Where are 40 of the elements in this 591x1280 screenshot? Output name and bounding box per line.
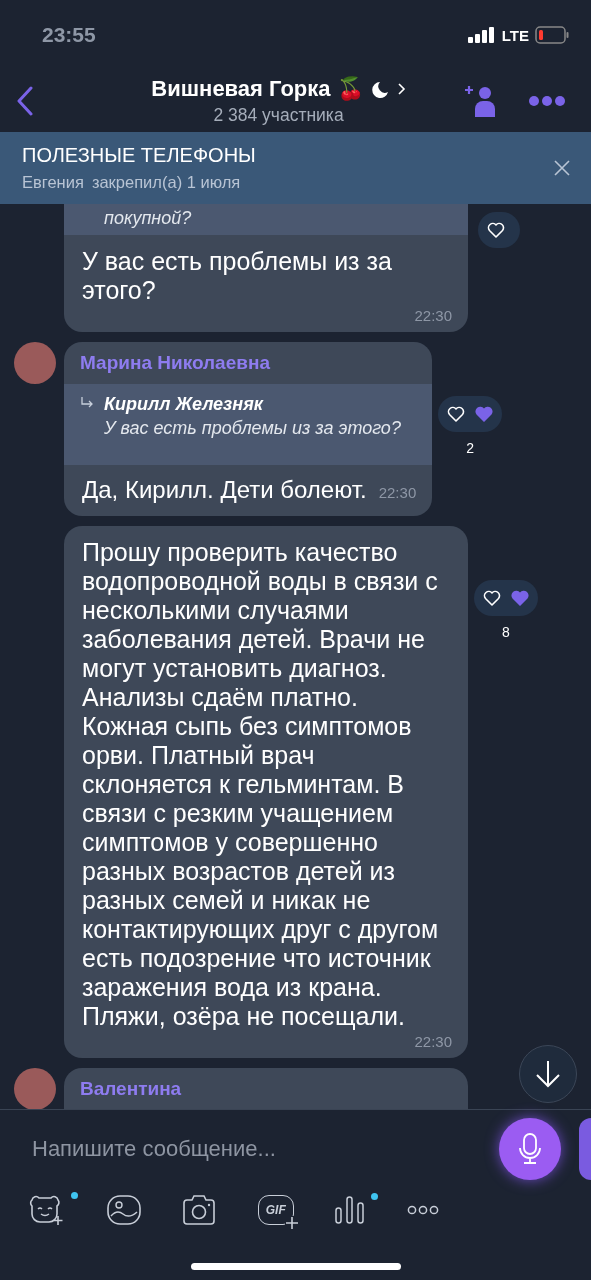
heart-icon bbox=[510, 589, 530, 607]
like-count: 2 bbox=[466, 440, 475, 456]
member-count: 2 384 участника bbox=[213, 105, 344, 126]
reply-arrow-icon bbox=[80, 396, 94, 410]
like-count: 8 bbox=[502, 624, 510, 640]
message-input[interactable]: Напишите сообщение... bbox=[18, 1128, 489, 1170]
new-dot bbox=[71, 1192, 78, 1199]
message-text: Да, Кирилл. Дети болеют. bbox=[81, 475, 367, 505]
arrow-down-icon bbox=[535, 1059, 561, 1089]
quote-author: Кирилл Железняк bbox=[104, 394, 265, 415]
send-button-edge[interactable] bbox=[579, 1118, 591, 1180]
avatar-photo[interactable] bbox=[14, 1068, 56, 1109]
new-dot bbox=[371, 1193, 379, 1200]
bear-face-icon[interactable] bbox=[28, 1194, 66, 1226]
pinned-author: Евгения bbox=[22, 173, 84, 192]
message-text: У вас есть проблемы из за этого? bbox=[81, 246, 393, 305]
chat-title[interactable]: Вишневая Горка 🍒 bbox=[151, 76, 364, 102]
more-icon[interactable] bbox=[406, 1205, 439, 1215]
signal-icon bbox=[467, 27, 496, 43]
close-icon[interactable] bbox=[553, 159, 571, 177]
message-text: Прошу проверить качество водопроводной воды в связи с несколькими случаями заболевания детей. Врачи не могут установить диагноз. Анализы сдаём платно. Кожная сыпь без симптомов орви. Платный врач склоняется к гельминтам. В связи с резким учащением симптомов у совершенно разных возрастов детей из разных семей и никак не контактирующих друг с другом есть подозрение что источник заражения вода из крана. Пляжи, озёра не посещали. bbox=[81, 537, 440, 1031]
status-time: 23:55 bbox=[42, 23, 96, 47]
pinned-title: ПОЛЕЗНЫЕ ТЕЛЕФОНЫ bbox=[22, 144, 256, 167]
quote-text: У вас есть проблемы из за этого? bbox=[104, 418, 401, 439]
image-icon[interactable] bbox=[106, 1195, 141, 1225]
message-time: 22:30 bbox=[413, 1032, 453, 1052]
pinned-date: закрепил(а) 1 июля bbox=[91, 173, 241, 192]
heart-icon bbox=[474, 405, 495, 423]
microphone-button[interactable] bbox=[499, 1118, 561, 1180]
message-time: 22:30 bbox=[413, 306, 453, 326]
quote-text: покупной? bbox=[104, 208, 192, 229]
back-icon[interactable] bbox=[16, 86, 34, 116]
pinned-banner[interactable]: ПОЛЕЗНЫЕ ТЕЛЕФОНЫ Евгения закрепил(а) 1 июля bbox=[0, 132, 591, 204]
camera-icon[interactable] bbox=[181, 1195, 218, 1225]
avatar-photo[interactable] bbox=[14, 342, 56, 384]
network-label: LTE bbox=[501, 26, 529, 44]
chevron-icon bbox=[397, 83, 406, 95]
sound-bars-icon[interactable] bbox=[334, 1195, 367, 1225]
microphone-icon bbox=[518, 1132, 542, 1166]
message-time: 22:30 bbox=[378, 484, 417, 501]
